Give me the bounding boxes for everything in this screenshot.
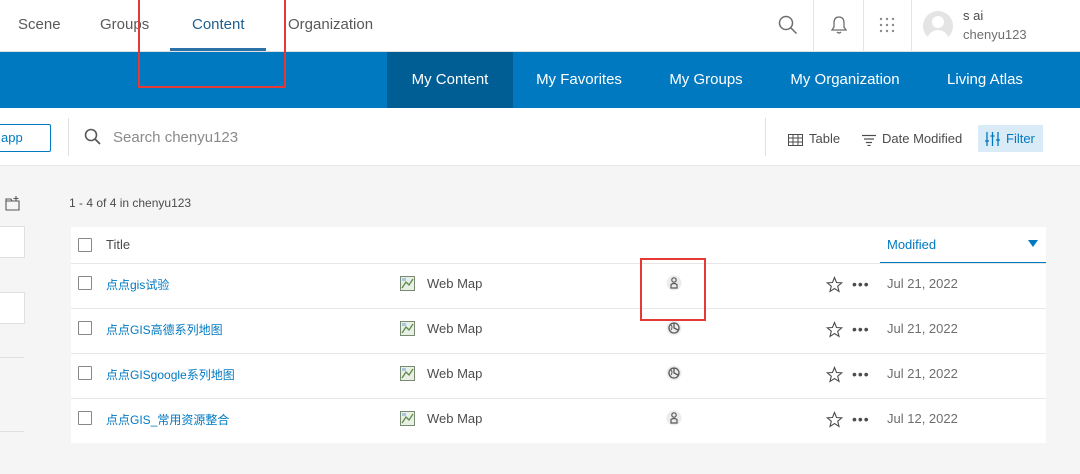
bell-icon[interactable] [826,12,852,38]
web-map-icon [400,411,415,426]
private-sharing-icon[interactable] [666,410,682,426]
filter-button[interactable]: Filter [978,125,1043,152]
tab-my-content[interactable]: My Content [387,52,513,108]
item-title-link[interactable]: 点点GISgoogle系列地图 [106,366,235,383]
web-map-icon [400,321,415,336]
results-count: 1 - 4 of 4 in chenyu123 [69,196,192,210]
item-modified-date: Jul 21, 2022 [887,366,958,381]
public-sharing-icon[interactable] [666,365,682,381]
column-header-modified[interactable]: Modified [887,237,936,252]
sort-date-modified-button[interactable]: Date Modified [862,125,962,152]
more-options-icon[interactable]: ••• [852,412,869,426]
header-divider [863,0,864,52]
view-table-button[interactable]: Table [788,125,840,152]
star-icon[interactable] [825,276,844,293]
search-icon [84,128,102,146]
row-divider [71,398,1046,399]
new-app-button[interactable]: app [0,124,51,152]
web-map-icon [400,366,415,381]
more-options-icon[interactable]: ••• [852,277,869,291]
nav-organization[interactable]: Organization [288,0,373,52]
item-title-link[interactable]: 点点GIS_常用资源整合 [106,411,229,428]
private-sharing-icon[interactable] [666,275,682,291]
folder-panel-item[interactable] [0,292,25,324]
row-divider [71,308,1046,309]
item-type: Web Map [427,366,483,381]
star-icon[interactable] [825,411,844,428]
panel-divider [0,431,24,432]
user-avatar[interactable] [923,11,953,41]
filter-label: Filter [1006,131,1035,146]
more-options-icon[interactable]: ••• [852,322,869,336]
item-type: Web Map [427,321,483,336]
item-title-link[interactable]: 点点gis试验 [106,276,169,293]
nav-content[interactable]: Content [192,0,245,52]
search-input[interactable]: Search chenyu123 [113,129,238,146]
public-sharing-icon[interactable] [666,320,682,336]
more-options-icon[interactable]: ••• [852,367,869,381]
toolbar-divider [68,118,69,156]
item-modified-date: Jul 21, 2022 [887,321,958,336]
star-icon[interactable] [825,366,844,383]
folder-panel-item[interactable] [0,226,25,258]
item-type: Web Map [427,276,483,291]
search-icon[interactable] [775,12,801,38]
tab-living-atlas[interactable]: Living Atlas [935,52,1035,108]
column-header-title[interactable]: Title [106,237,130,252]
star-icon[interactable] [825,321,844,338]
nav-scene[interactable]: Scene [18,0,61,52]
user-display-name[interactable]: s ai [963,8,983,23]
row-divider [71,353,1046,354]
header-divider [911,0,912,52]
user-username[interactable]: chenyu123 [963,27,1027,42]
table-icon [788,134,803,146]
item-type: Web Map [427,411,483,426]
tab-my-groups[interactable]: My Groups [656,52,756,108]
new-folder-icon[interactable] [5,196,21,212]
item-title-link[interactable]: 点点GIS高德系列地图 [106,321,223,338]
app-launcher-icon[interactable] [874,12,900,38]
sort-descending-icon[interactable] [1028,240,1038,247]
item-modified-date: Jul 12, 2022 [887,411,958,426]
row-checkbox[interactable] [78,276,92,290]
nav-active-indicator [170,48,266,51]
sort-label: Date Modified [882,131,963,146]
tab-my-favorites[interactable]: My Favorites [524,52,634,108]
tab-my-organization[interactable]: My Organization [780,52,910,108]
row-checkbox[interactable] [78,366,92,380]
filter-sliders-icon [985,132,1000,146]
toolbar-divider [765,118,766,156]
select-all-checkbox[interactable] [78,238,92,252]
panel-divider [0,357,24,358]
row-divider [71,263,1046,264]
web-map-icon [400,276,415,291]
header-divider [813,0,814,52]
row-checkbox[interactable] [78,411,92,425]
item-modified-date: Jul 21, 2022 [887,276,958,291]
row-checkbox[interactable] [78,321,92,335]
nav-groups[interactable]: Groups [100,0,149,52]
top-navigation-bar [0,0,1080,52]
view-table-label: Table [809,131,841,146]
sort-icon [862,134,876,147]
